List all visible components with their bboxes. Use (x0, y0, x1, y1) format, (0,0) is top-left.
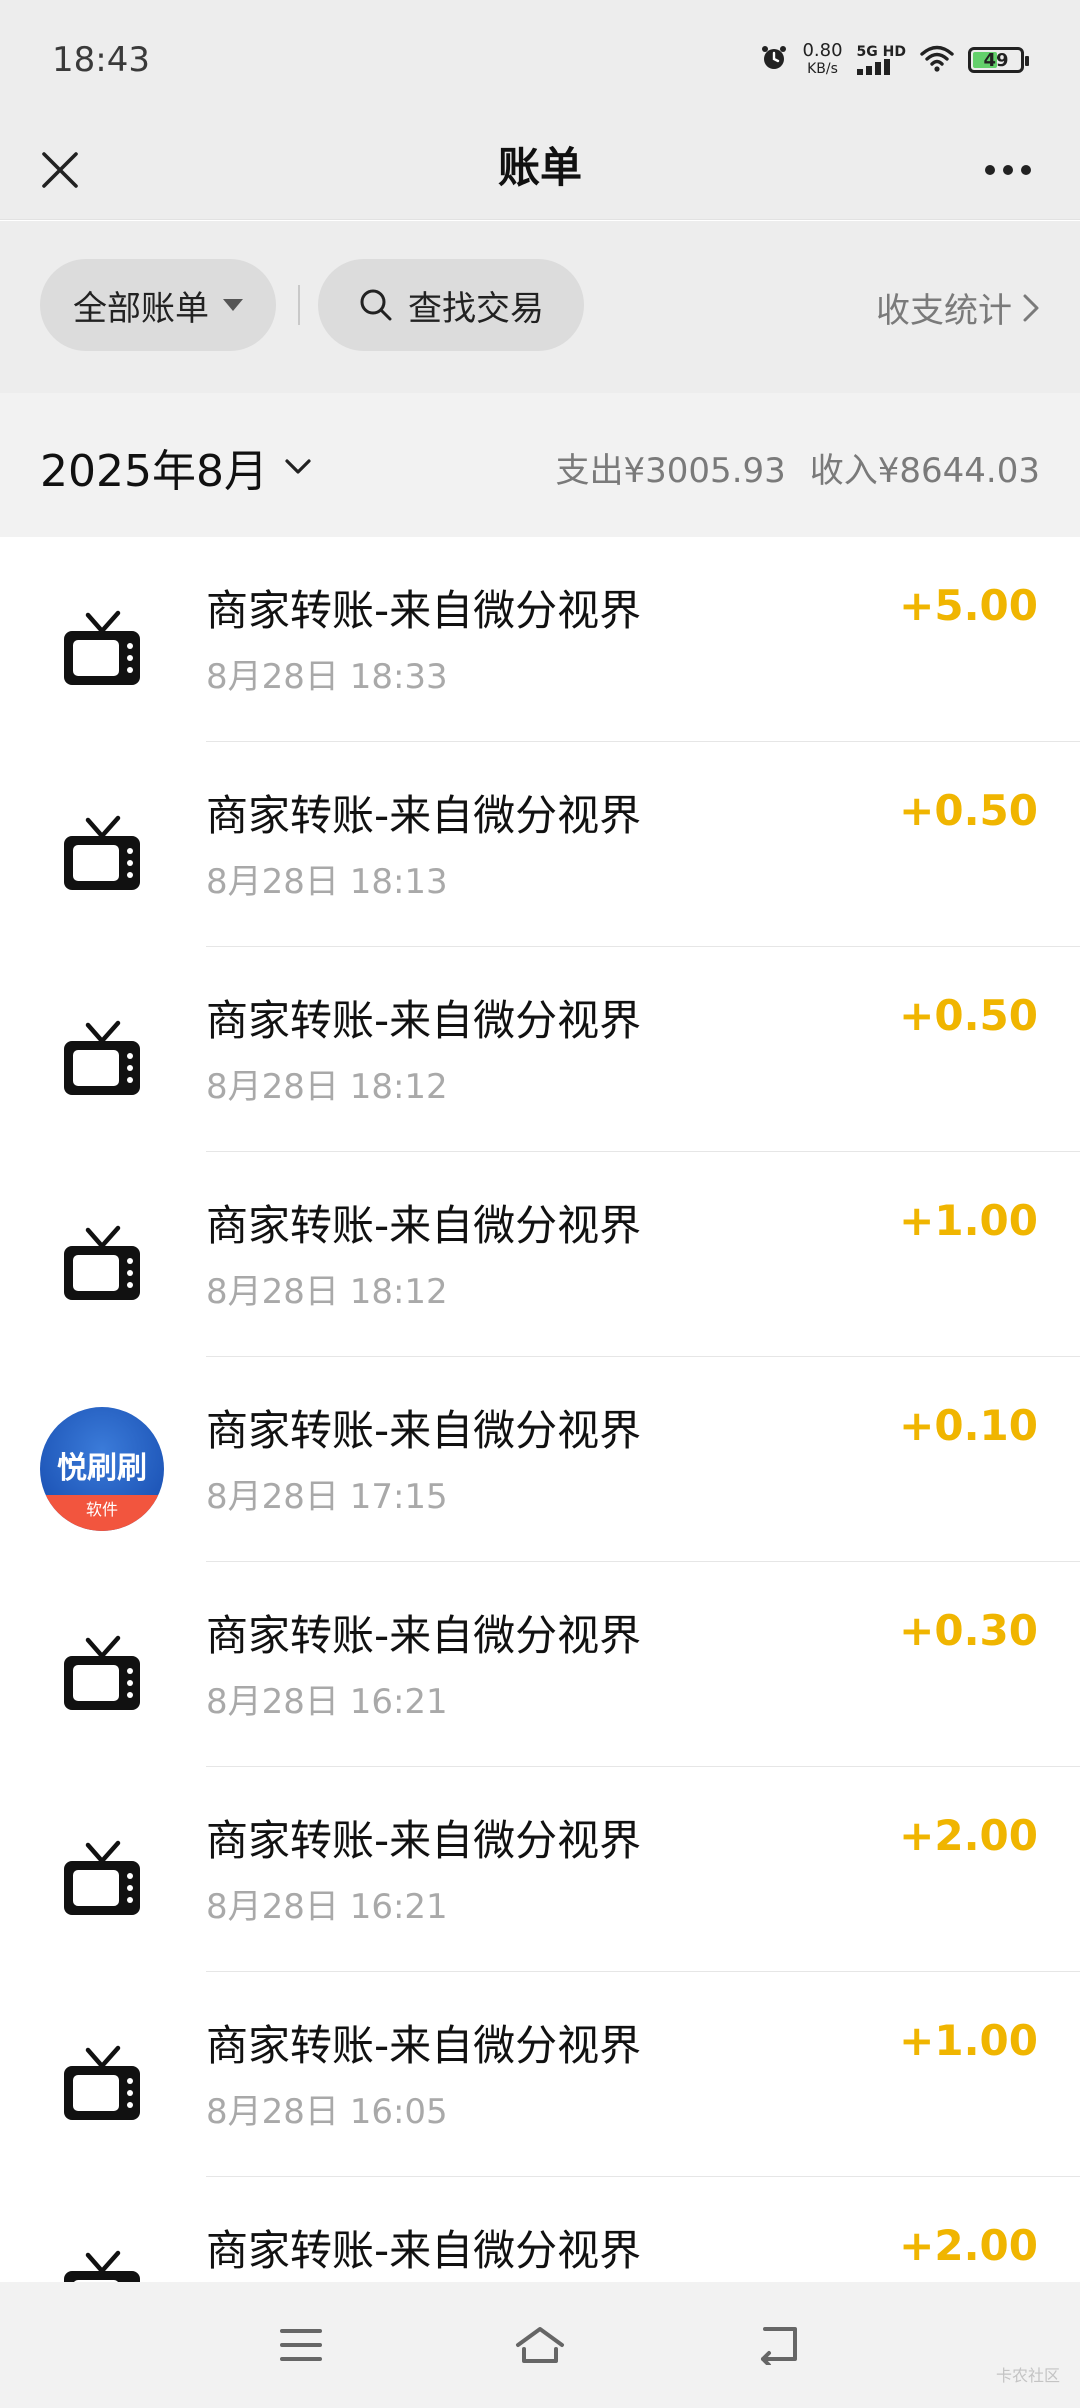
chevron-right-icon (1023, 294, 1039, 321)
all-bills-dropdown[interactable]: 全部账单 (40, 259, 276, 351)
transaction-title: 商家转账-来自微分视界 (206, 1201, 642, 1250)
month-selector[interactable]: 2025年8月 (40, 435, 312, 499)
expense-total: 支出¥3005.93 (555, 451, 786, 491)
home-icon (516, 2327, 564, 2363)
page-title: 账单 (497, 143, 582, 192)
transaction-amount: +1.00 (899, 2016, 1038, 2065)
transaction-time: 8月28日 16:21 (206, 1682, 448, 1722)
merchant-logo: 悦刷刷 软件 (40, 1407, 164, 1531)
net-speed-value: 0.80 (802, 40, 843, 61)
more-icon (985, 165, 1031, 175)
transaction-time: 8月28日 18:13 (206, 862, 448, 902)
system-nav-bar: 卡农社区 (0, 2282, 1080, 2408)
alarm-icon (760, 44, 788, 76)
all-bills-label: 全部账单 (73, 288, 209, 329)
transaction-row[interactable]: 商家转账-来自微分视界 8月28日 18:12 +1.00 (0, 1152, 1080, 1357)
transaction-row[interactable]: 悦刷刷 软件 商家转账-来自微分视界 8月28日 17:15 +0.10 (0, 1357, 1080, 1562)
search-icon (360, 289, 392, 321)
caret-down-icon (223, 299, 243, 311)
transaction-title: 商家转账-来自微分视界 (206, 586, 642, 635)
stats-link[interactable]: 收支统计 (876, 283, 1040, 332)
status-icons: 0.80 KB/s 5G HD 49 (760, 42, 1029, 78)
transaction-amount: +2.00 (899, 1811, 1038, 1860)
tv-icon (40, 2227, 164, 2282)
tv-icon (40, 2022, 164, 2146)
network-type-label: 5G HD (856, 44, 906, 60)
watermark: 卡农社区 (995, 2366, 1060, 2385)
transaction-row[interactable]: 商家转账-来自微分视界 8月28日 16:21 +2.00 (0, 1767, 1080, 1972)
transaction-title: 商家转账-来自微分视界 (206, 996, 642, 1045)
transaction-title: 商家转账-来自微分视界 (206, 1611, 642, 1660)
month-label: 2025年8月 (40, 446, 268, 497)
transaction-amount: +0.50 (899, 991, 1038, 1040)
transaction-time: 8月28日 18:33 (206, 657, 448, 697)
net-speed: 0.80 KB/s (802, 42, 842, 78)
menu-icon (280, 2329, 322, 2361)
net-speed-unit: KB/s (807, 61, 838, 77)
transaction-title: 商家转账-来自微分视界 (206, 1816, 642, 1865)
transaction-amount: +0.30 (899, 1606, 1038, 1655)
transaction-title: 商家转账-来自微分视界 (206, 1406, 642, 1455)
back-icon (761, 2327, 797, 2365)
transaction-title: 商家转账-来自微分视界 (206, 2021, 642, 2070)
wifi-icon (920, 44, 954, 76)
home-button[interactable] (505, 2310, 575, 2380)
battery-icon: 49 (968, 47, 1029, 73)
tv-icon (40, 997, 164, 1121)
status-bar: 18:43 0.80 KB/s 5G HD 49 (0, 0, 1080, 120)
chevron-down-icon (285, 459, 311, 474)
transaction-row[interactable]: 商家转账-来自微分视界 8月28日 16:05 +1.00 (0, 1972, 1080, 2177)
divider (298, 285, 300, 325)
status-time: 18:43 (52, 40, 150, 80)
transaction-row[interactable]: 商家转账-来自微分视界 8月28日 16:21 +0.30 (0, 1562, 1080, 1767)
transaction-time: 8月28日 18:12 (206, 1272, 448, 1312)
back-button[interactable] (744, 2310, 814, 2380)
transaction-row[interactable]: 商家转账-来自微分视界 8月28日 18:33 +5.00 (0, 537, 1080, 742)
logo-main-text: 悦刷刷 (57, 1451, 147, 1486)
transaction-amount: +5.00 (899, 581, 1038, 630)
nav-bar: 账单 (0, 120, 1080, 220)
tv-icon (40, 1612, 164, 1736)
signal-icon (856, 59, 890, 75)
app-logo-icon: 悦刷刷 软件 (40, 1407, 164, 1531)
transaction-amount: +0.10 (899, 1401, 1038, 1450)
search-label: 查找交易 (408, 288, 544, 329)
transaction-row[interactable]: 商家转账-来自微分视界 +2.00 (0, 2177, 1080, 2282)
transaction-time: 8月28日 17:15 (206, 1477, 448, 1517)
month-bar: 2025年8月 支出¥3005.93 收入¥8644.03 (0, 393, 1080, 537)
tv-icon (40, 587, 164, 711)
network-type: 5G HD (856, 44, 906, 75)
filter-bar: 全部账单 查找交易 收支统计 (0, 221, 1080, 393)
tv-icon (40, 1202, 164, 1326)
transaction-row[interactable]: 商家转账-来自微分视界 8月28日 18:12 +0.50 (0, 947, 1080, 1152)
transaction-title: 商家转账-来自微分视界 (206, 791, 642, 840)
stats-label: 收支统计 (876, 291, 1012, 331)
tv-icon (40, 1817, 164, 1941)
transaction-row[interactable]: 商家转账-来自微分视界 8月28日 18:13 +0.50 (0, 742, 1080, 947)
logo-sub-text: 软件 (40, 1495, 164, 1531)
transaction-amount: +0.50 (899, 786, 1038, 835)
transaction-time: 8月28日 16:21 (206, 1887, 448, 1927)
transaction-title: 商家转账-来自微分视界 (206, 2226, 642, 2275)
transaction-list: 商家转账-来自微分视界 8月28日 18:33 +5.00 商家转账-来自微分视界 8… (0, 537, 1080, 2282)
battery-level: 49 (983, 49, 1009, 71)
income-total: 收入¥8644.03 (809, 451, 1040, 491)
more-button[interactable] (976, 146, 1040, 194)
transaction-amount: +1.00 (899, 1196, 1038, 1245)
transaction-time: 8月28日 16:05 (206, 2092, 448, 2132)
transaction-amount: +2.00 (899, 2221, 1038, 2270)
month-summary: 支出¥3005.93 收入¥8644.03 (556, 443, 1040, 492)
transaction-time: 8月28日 18:12 (206, 1067, 448, 1107)
search-transactions-button[interactable]: 查找交易 (318, 259, 584, 351)
menu-button[interactable] (266, 2310, 336, 2380)
tv-icon (40, 792, 164, 916)
